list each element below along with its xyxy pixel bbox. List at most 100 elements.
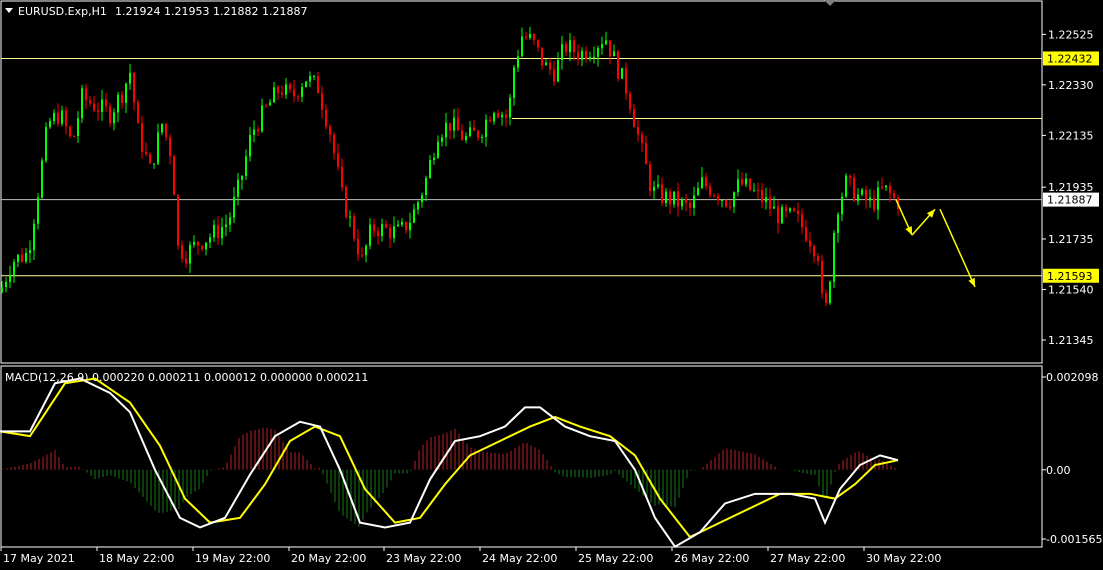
candle-body: [477, 130, 479, 138]
candle-body: [769, 197, 771, 209]
candle-body: [341, 166, 343, 188]
candle-body: [1, 287, 3, 293]
price-tick-label: 1.21735: [1048, 233, 1094, 246]
candle-body: [189, 244, 191, 264]
candle-body: [689, 202, 691, 208]
candle-body: [409, 222, 411, 231]
symbol-label: EURUSD.Exp,H1: [18, 5, 107, 18]
price-tick-label: 1.22525: [1048, 28, 1094, 41]
candle-body: [33, 223, 35, 251]
candle-body: [605, 40, 607, 45]
candle-body: [569, 40, 571, 53]
candle-body: [697, 188, 699, 196]
candle-body: [385, 224, 387, 228]
candle-body: [77, 118, 79, 137]
candle-body: [773, 206, 775, 209]
time-tick-label: 17 May 2021: [3, 552, 75, 565]
candle-body: [309, 76, 311, 82]
price-tick-label: 1.21540: [1048, 283, 1094, 296]
candle-body: [781, 206, 783, 224]
candle-body: [53, 112, 55, 122]
candle-body: [761, 189, 763, 203]
candle-body: [741, 179, 743, 185]
candle-body: [273, 87, 275, 103]
candle-body: [137, 102, 139, 124]
candle-body: [253, 129, 255, 135]
forecast-arrows: [895, 199, 976, 288]
candle-body: [881, 187, 883, 189]
macd-tick-label: 0.002098: [1046, 371, 1099, 384]
candle-body: [61, 110, 63, 124]
candle-body: [381, 224, 383, 237]
candle-body: [129, 72, 131, 84]
candle-body: [261, 105, 263, 132]
candle-body: [177, 195, 179, 246]
candle-body: [817, 256, 819, 262]
candle-body: [493, 112, 495, 122]
candle-body: [533, 34, 535, 41]
candle-body: [193, 241, 195, 245]
candle-body: [185, 258, 187, 264]
candle-body: [29, 250, 31, 253]
candle-body: [501, 114, 503, 118]
candle-body: [625, 67, 627, 94]
candle-body: [425, 177, 427, 196]
candle-body: [701, 177, 703, 189]
candle-body: [557, 59, 559, 82]
candle-body: [173, 156, 175, 196]
candle-body: [121, 94, 123, 103]
candle-body: [449, 122, 451, 131]
candle-body: [473, 127, 475, 131]
candle-body: [201, 245, 203, 250]
candle-body: [633, 109, 635, 127]
candle-body: [637, 126, 639, 135]
candle-body: [289, 84, 291, 90]
candle-body: [357, 238, 359, 255]
candle-body: [833, 232, 835, 282]
candle-body: [233, 196, 235, 218]
candle-body: [37, 197, 39, 224]
time-tick-label: 19 May 22:00: [195, 552, 270, 565]
candle-body: [445, 122, 447, 138]
candle-body: [157, 132, 159, 164]
candle-body: [765, 197, 767, 203]
candle-body: [521, 36, 523, 57]
candle-body: [17, 254, 19, 262]
candle-body: [429, 160, 431, 178]
candle-body: [337, 153, 339, 167]
candle-body: [617, 51, 619, 79]
candle-body: [497, 112, 499, 118]
candle-body: [241, 175, 243, 180]
candle-body: [885, 185, 887, 188]
candle-body: [321, 93, 323, 110]
candle-body: [653, 186, 655, 191]
candle-body: [469, 127, 471, 137]
candle-body: [809, 240, 811, 247]
candle-body: [641, 134, 643, 143]
candle-body: [645, 142, 647, 165]
candle-body: [81, 88, 83, 119]
candle-body: [25, 252, 27, 262]
macd-tick-label: 0.00: [1046, 464, 1071, 477]
scroll-marker-icon[interactable]: [824, 0, 836, 6]
time-tick-label: 24 May 22:00: [482, 552, 557, 565]
candle-body: [841, 196, 843, 215]
candle-body: [281, 92, 283, 95]
candle-body: [165, 123, 167, 138]
candle-body: [13, 261, 15, 275]
symbol-menu-icon[interactable]: [5, 8, 13, 13]
candle-body: [65, 110, 67, 127]
ohlc-values: 1.21924 1.21953 1.21882 1.21887: [115, 5, 307, 18]
price-tick-label: 1.22330: [1048, 79, 1094, 92]
candle-body: [85, 88, 87, 101]
candle-body: [485, 119, 487, 137]
chart-canvas[interactable]: EURUSD.Exp,H1 1.21924 1.21953 1.21882 1.…: [0, 0, 1103, 570]
candle-body: [849, 175, 851, 178]
candle-body: [145, 151, 147, 155]
candle-body: [69, 126, 71, 137]
candle-body: [585, 50, 587, 60]
price-highlight-label: 1.21593: [1047, 270, 1093, 283]
candle-body: [729, 206, 731, 208]
candle-body: [93, 103, 95, 111]
horizontal-levels: [1, 57, 1042, 277]
